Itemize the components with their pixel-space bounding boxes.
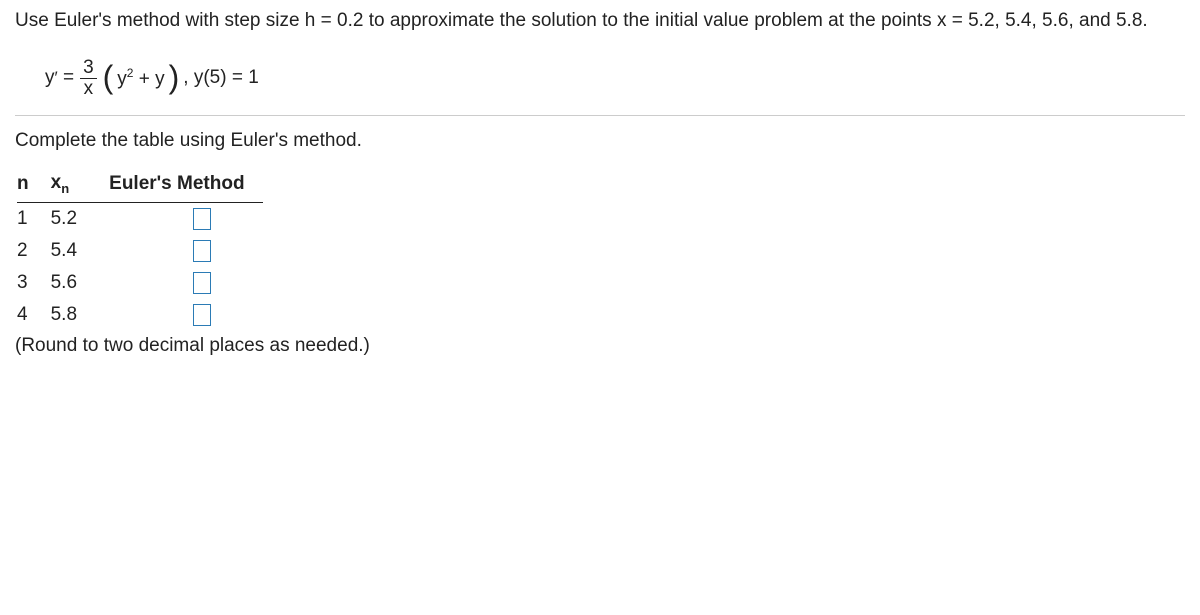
euler-table: n xn Euler's Method 1 5.2 2 5.4 3 5.6 4 …	[17, 168, 263, 331]
fraction: 3 x	[80, 58, 97, 99]
cell-em	[109, 267, 262, 299]
table-row: 2 5.4	[17, 235, 263, 267]
answer-input-1[interactable]	[193, 208, 211, 230]
col-header-em: Euler's Method	[109, 168, 262, 202]
answer-input-4[interactable]	[193, 304, 211, 326]
cell-xn: 5.4	[51, 235, 110, 267]
cell-xn: 5.8	[51, 299, 110, 331]
cell-n: 1	[17, 202, 51, 235]
cell-n: 2	[17, 235, 51, 267]
cell-em	[109, 235, 262, 267]
table-row: 4 5.8	[17, 299, 263, 331]
eq-lhs: y′ =	[45, 67, 74, 89]
rounding-note: (Round to two decimal places as needed.)	[15, 335, 1185, 357]
cell-n: 4	[17, 299, 51, 331]
col-header-n: n	[17, 168, 51, 202]
open-paren: (	[103, 63, 114, 92]
cell-xn: 5.2	[51, 202, 110, 235]
problem-statement: Use Euler's method with step size h = 0.…	[15, 10, 1185, 32]
answer-input-2[interactable]	[193, 240, 211, 262]
answer-input-3[interactable]	[193, 272, 211, 294]
cell-em	[109, 202, 262, 235]
cell-em	[109, 299, 262, 331]
fraction-numerator: 3	[80, 58, 97, 79]
cell-n: 3	[17, 267, 51, 299]
equation: y′ = 3 x ( y2 + y ) , y(5) = 1	[15, 52, 1185, 116]
eq-term: y2 + y	[117, 66, 164, 90]
col-header-xn: xn	[51, 168, 110, 202]
instruction-text: Complete the table using Euler's method.	[15, 130, 1185, 152]
fraction-denominator: x	[81, 79, 97, 99]
cell-xn: 5.6	[51, 267, 110, 299]
close-paren: )	[169, 63, 180, 92]
table-row: 1 5.2	[17, 202, 263, 235]
eq-tail: , y(5) = 1	[183, 67, 259, 89]
table-row: 3 5.6	[17, 267, 263, 299]
